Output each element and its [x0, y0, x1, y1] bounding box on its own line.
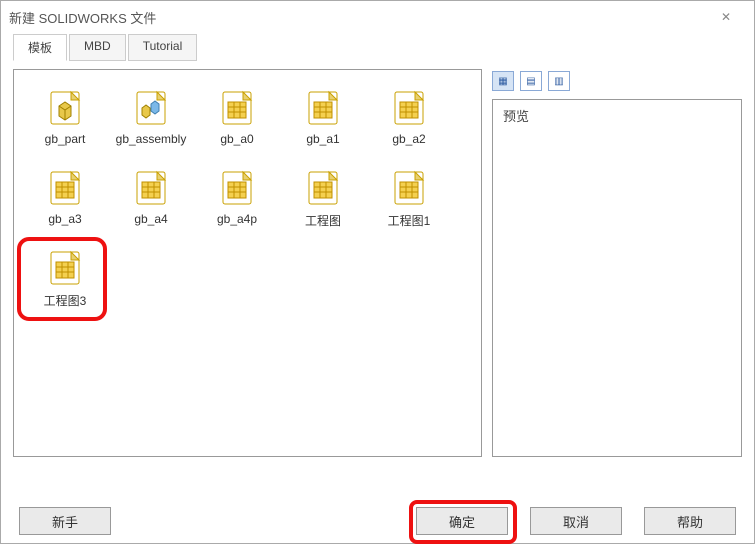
titlebar: 新建 SOLIDWORKS 文件 ✕ — [1, 1, 754, 33]
help-button[interactable]: 帮助 — [644, 507, 736, 535]
file-item[interactable]: gb_assembly — [108, 82, 194, 162]
file-item[interactable]: gb_a0 — [194, 82, 280, 162]
content-area: gb_part gb_assembly gb_a0 gb_a1 gb_a2 gb_a3 gb… — [1, 61, 754, 465]
file-item[interactable]: gb_a1 — [280, 82, 366, 162]
file-label: gb_assembly — [116, 132, 187, 146]
side-pane: ▦ ▤ ▥ 预览 — [492, 69, 742, 457]
file-label: gb_part — [45, 132, 86, 146]
novice-button[interactable]: 新手 — [19, 507, 111, 535]
file-item[interactable]: gb_a4p — [194, 162, 280, 242]
drawing-file-icon — [49, 248, 81, 286]
file-list-pane: gb_part gb_assembly gb_a0 gb_a1 gb_a2 gb_a3 gb… — [13, 69, 482, 457]
tab-tutorial[interactable]: Tutorial — [128, 34, 198, 61]
file-label: gb_a1 — [306, 132, 339, 146]
preview-label: 预览 — [503, 106, 731, 125]
drawing-file-icon — [393, 88, 425, 126]
file-label: gb_a0 — [220, 132, 253, 146]
close-icon: ✕ — [721, 10, 731, 24]
footer-bar: 新手 确定 取消 帮助 — [1, 507, 754, 535]
file-label: 工程图1 — [388, 212, 431, 229]
drawing-file-icon — [393, 168, 425, 206]
drawing-file-icon — [307, 88, 339, 126]
preview-pane: 预览 — [492, 99, 742, 457]
list-icon: ▤ — [526, 76, 535, 87]
view-large-icons-button[interactable]: ▦ — [492, 71, 514, 91]
large-icons-icon: ▦ — [498, 76, 507, 87]
file-item[interactable]: 工程图1 — [366, 162, 452, 242]
close-button[interactable]: ✕ — [706, 1, 746, 33]
drawing-file-icon — [221, 168, 253, 206]
drawing-file-icon — [135, 168, 167, 206]
file-item[interactable]: gb_part — [22, 82, 108, 162]
drawing-file-icon — [49, 168, 81, 206]
view-mode-toolbar: ▦ ▤ ▥ — [492, 69, 742, 93]
file-label: gb_a3 — [48, 212, 81, 226]
view-list-button[interactable]: ▤ — [520, 71, 542, 91]
ok-button[interactable]: 确定 — [416, 507, 508, 535]
drawing-file-icon — [221, 88, 253, 126]
file-item[interactable]: gb_a3 — [22, 162, 108, 242]
file-item[interactable]: gb_a2 — [366, 82, 452, 162]
tab-templates[interactable]: 模板 — [13, 34, 67, 61]
file-grid: gb_part gb_assembly gb_a0 gb_a1 gb_a2 gb_a3 gb… — [22, 82, 473, 322]
window-title: 新建 SOLIDWORKS 文件 — [9, 8, 706, 27]
file-label: gb_a4p — [217, 212, 257, 226]
drawing-file-icon — [307, 168, 339, 206]
file-label: 工程图 — [305, 212, 341, 229]
details-icon: ▥ — [554, 76, 563, 87]
view-details-button[interactable]: ▥ — [548, 71, 570, 91]
tab-strip: 模板 MBD Tutorial — [1, 33, 754, 61]
part-file-icon — [49, 88, 81, 126]
file-label: gb_a4 — [134, 212, 167, 226]
file-item[interactable]: 工程图3 — [22, 242, 108, 322]
file-label: gb_a2 — [392, 132, 425, 146]
assembly-file-icon — [135, 88, 167, 126]
file-item[interactable]: 工程图 — [280, 162, 366, 242]
file-item[interactable]: gb_a4 — [108, 162, 194, 242]
tab-mbd[interactable]: MBD — [69, 34, 126, 61]
cancel-button[interactable]: 取消 — [530, 507, 622, 535]
file-label: 工程图3 — [44, 292, 87, 309]
